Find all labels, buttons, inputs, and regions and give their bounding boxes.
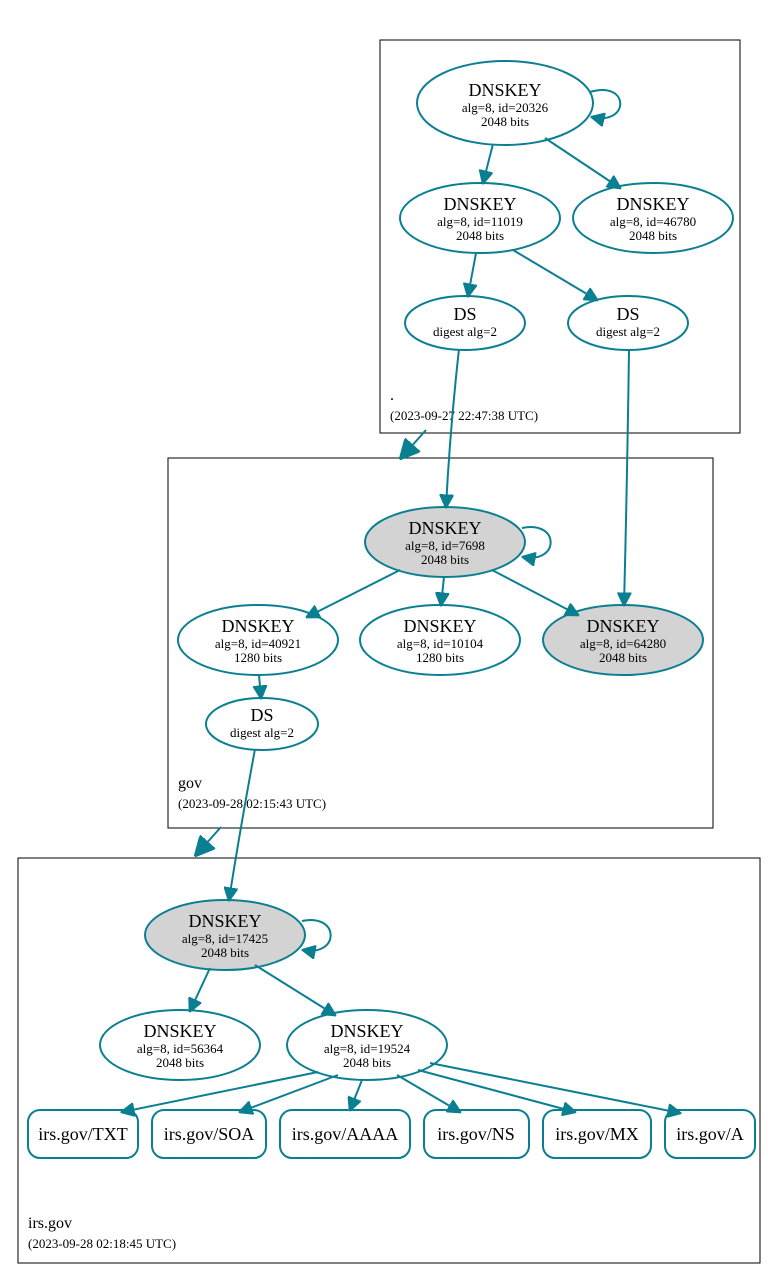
record-soa: irs.gov/SOA <box>152 1110 266 1158</box>
svg-text:DS: DS <box>453 304 476 324</box>
record-a: irs.gov/A <box>665 1110 755 1158</box>
svg-text:irs.gov/NS: irs.gov/NS <box>437 1124 515 1144</box>
svg-text:irs.gov/A: irs.gov/A <box>676 1124 744 1144</box>
svg-text:irs.gov/SOA: irs.gov/SOA <box>164 1124 255 1144</box>
edge-19524-a <box>430 1063 680 1113</box>
svg-text:2048 bits: 2048 bits <box>599 650 647 665</box>
svg-text:alg=8, id=11019: alg=8, id=11019 <box>437 214 523 229</box>
zone-gov-label: gov <box>178 775 202 792</box>
node-dnskey-64280: DNSKEY alg=8, id=64280 2048 bits <box>543 605 703 675</box>
svg-text:2048 bits: 2048 bits <box>481 114 529 129</box>
edge-20326-46780 <box>545 138 620 188</box>
svg-text:DS: DS <box>616 304 639 324</box>
edge-20326-self <box>590 90 620 118</box>
node-dnskey-40921: DNSKEY alg=8, id=40921 1280 bits <box>178 605 338 675</box>
edge-7698-self <box>522 527 551 558</box>
record-txt: irs.gov/TXT <box>28 1110 138 1158</box>
node-dnskey-19524: DNSKEY alg=8, id=19524 2048 bits <box>287 1010 447 1080</box>
svg-text:DNSKEY: DNSKEY <box>143 1021 216 1041</box>
zone-root-ts: (2023-09-27 22:47:38 UTC) <box>390 408 538 423</box>
svg-text:2048 bits: 2048 bits <box>456 228 504 243</box>
edge-19524-ns <box>397 1075 460 1112</box>
node-dnskey-46780: DNSKEY alg=8, id=46780 2048 bits <box>573 183 733 253</box>
edge-17425-self <box>302 920 331 951</box>
svg-text:DNSKEY: DNSKEY <box>330 1021 403 1041</box>
svg-text:irs.gov/AAAA: irs.gov/AAAA <box>292 1124 399 1144</box>
edge-7698-40921 <box>307 570 400 617</box>
svg-text:alg=8, id=10104: alg=8, id=10104 <box>397 636 484 651</box>
svg-text:DNSKEY: DNSKEY <box>403 616 476 636</box>
svg-text:DS: DS <box>250 705 273 725</box>
svg-text:digest alg=2: digest alg=2 <box>433 324 497 339</box>
edge-root-to-gov-delegation <box>401 430 426 458</box>
svg-text:DNSKEY: DNSKEY <box>188 911 261 931</box>
edge-dsL-7698 <box>446 349 459 507</box>
edge-dsGov-17425 <box>229 749 255 900</box>
edge-17425-56364 <box>190 968 210 1011</box>
svg-text:2048 bits: 2048 bits <box>201 945 249 960</box>
edge-dsR-64280 <box>624 350 629 605</box>
svg-text:digest alg=2: digest alg=2 <box>596 324 660 339</box>
svg-text:DNSKEY: DNSKEY <box>616 194 689 214</box>
zone-gov-ts: (2023-09-28 02:15:43 UTC) <box>178 796 326 811</box>
svg-text:DNSKEY: DNSKEY <box>586 616 659 636</box>
svg-text:DNSKEY: DNSKEY <box>221 616 294 636</box>
svg-text:2048 bits: 2048 bits <box>156 1055 204 1070</box>
node-dnskey-11019: DNSKEY alg=8, id=11019 2048 bits <box>400 183 560 253</box>
record-aaaa: irs.gov/AAAA <box>280 1110 410 1158</box>
node-ds-gov: DS digest alg=2 <box>206 698 318 750</box>
node-dnskey-10104: DNSKEY alg=8, id=10104 1280 bits <box>360 605 520 675</box>
svg-text:irs.gov/MX: irs.gov/MX <box>555 1124 639 1144</box>
edge-19524-soa <box>240 1075 338 1112</box>
zone-root-label: . <box>390 387 394 404</box>
node-ds-root-right: DS digest alg=2 <box>568 296 688 350</box>
svg-text:alg=8, id=46780: alg=8, id=46780 <box>610 214 696 229</box>
zone-irsgov-ts: (2023-09-28 02:18:45 UTC) <box>28 1236 176 1251</box>
edge-11019-dsR <box>513 250 597 300</box>
zone-irsgov-label: irs.gov <box>28 1215 72 1232</box>
edge-7698-64280 <box>492 570 578 615</box>
edge-7698-10104 <box>441 577 444 605</box>
svg-text:alg=8, id=17425: alg=8, id=17425 <box>182 931 268 946</box>
edge-20326-11019 <box>483 144 493 183</box>
svg-text:alg=8, id=40921: alg=8, id=40921 <box>215 636 301 651</box>
record-mx: irs.gov/MX <box>543 1110 651 1158</box>
svg-text:1280 bits: 1280 bits <box>416 650 464 665</box>
svg-text:alg=8, id=20326: alg=8, id=20326 <box>462 100 549 115</box>
svg-text:1280 bits: 1280 bits <box>234 650 282 665</box>
svg-text:alg=8, id=7698: alg=8, id=7698 <box>405 538 485 553</box>
svg-text:2048 bits: 2048 bits <box>629 228 677 243</box>
svg-text:irs.gov/TXT: irs.gov/TXT <box>38 1124 128 1144</box>
svg-text:DNSKEY: DNSKEY <box>468 80 541 100</box>
node-dnskey-20326: DNSKEY alg=8, id=20326 2048 bits <box>417 61 593 145</box>
svg-text:DNSKEY: DNSKEY <box>443 194 516 214</box>
node-dnskey-56364: DNSKEY alg=8, id=56364 2048 bits <box>100 1010 260 1080</box>
edge-40921-dsGov <box>259 675 261 698</box>
svg-text:DNSKEY: DNSKEY <box>408 518 481 538</box>
edge-gov-to-irsgov-delegation <box>196 827 221 855</box>
edge-19524-aaaa <box>350 1080 362 1110</box>
svg-text:2048 bits: 2048 bits <box>421 552 469 567</box>
svg-text:alg=8, id=64280: alg=8, id=64280 <box>580 636 666 651</box>
node-dnskey-7698: DNSKEY alg=8, id=7698 2048 bits <box>365 507 525 577</box>
node-dnskey-17425: DNSKEY alg=8, id=17425 2048 bits <box>145 900 305 970</box>
svg-text:digest alg=2: digest alg=2 <box>230 725 294 740</box>
svg-text:alg=8, id=56364: alg=8, id=56364 <box>137 1041 224 1056</box>
node-ds-root-left: DS digest alg=2 <box>405 296 525 350</box>
edge-11019-dsL <box>468 253 476 296</box>
svg-text:2048 bits: 2048 bits <box>343 1055 391 1070</box>
record-ns: irs.gov/NS <box>424 1110 529 1158</box>
edge-17425-19524 <box>255 965 335 1015</box>
svg-text:alg=8, id=19524: alg=8, id=19524 <box>324 1041 411 1056</box>
